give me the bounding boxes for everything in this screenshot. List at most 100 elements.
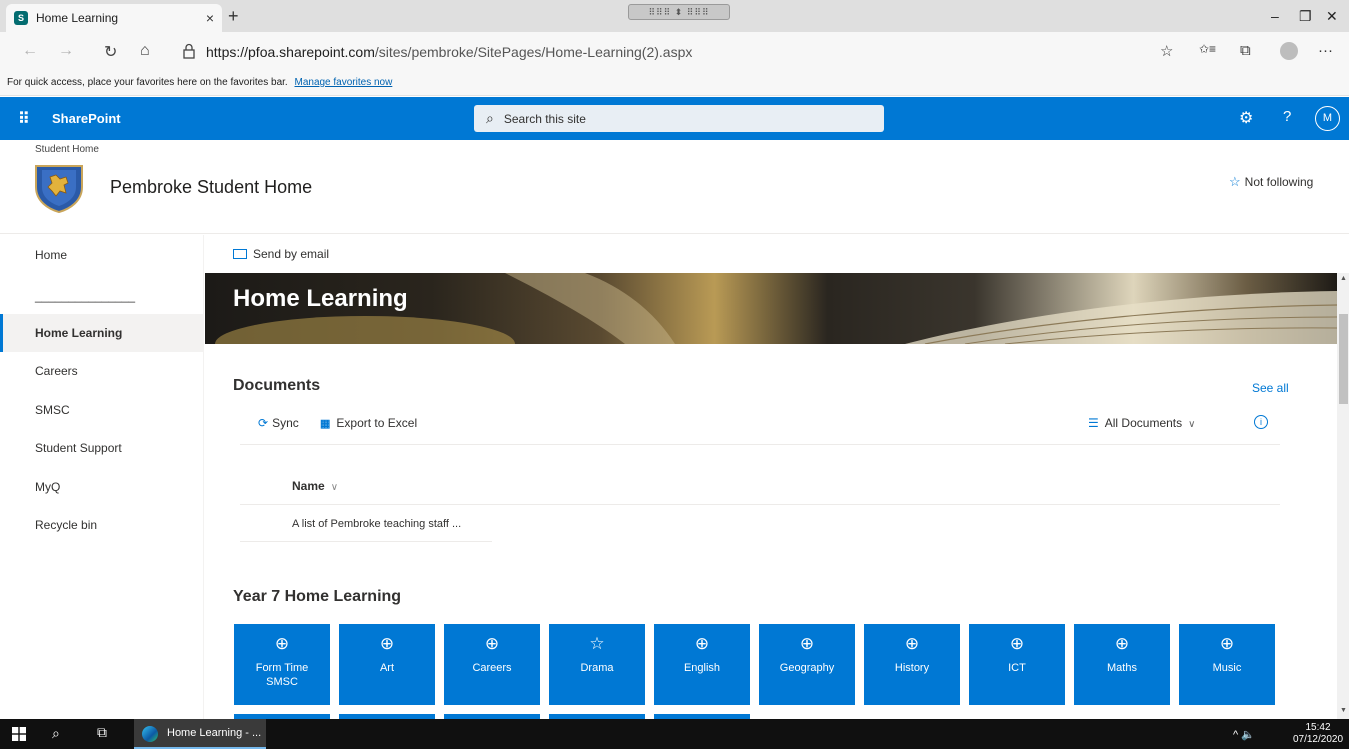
drag-handle[interactable]: ⠿⠿⠿ ⬍ ⠿⠿⠿ (628, 4, 730, 20)
quick-link-tile[interactable]: ⊕ Music (1179, 624, 1275, 705)
tab-close-icon[interactable]: × (206, 10, 214, 26)
nav-item-label: Home (35, 248, 68, 262)
settings-icon[interactable]: ⚙ (1239, 108, 1253, 128)
tile-label: English (683, 662, 721, 674)
nav-item-label: _______________ (35, 289, 136, 303)
page-title: Home Learning (233, 285, 408, 312)
globe-icon: ⊕ (799, 634, 815, 653)
view-selector[interactable]: ☰ All Documents ∨ (1088, 416, 1195, 430)
mail-icon (233, 249, 247, 259)
nav-item-smsc[interactable]: SMSC (0, 391, 204, 429)
star-icon: ☆ (589, 634, 605, 653)
quick-link-tile[interactable]: ⊕ Geography (759, 624, 855, 705)
globe-icon: ⊕ (1009, 634, 1025, 653)
quick-link-tile[interactable]: ⊕ Maths (1074, 624, 1170, 705)
export-to-excel-button[interactable]: ▦ Export to Excel (320, 416, 417, 430)
excel-icon: ▦ (320, 418, 331, 430)
user-avatar[interactable]: M (1315, 106, 1340, 131)
quick-link-tile[interactable]: ⊕ Form Time SMSC (234, 624, 330, 705)
app-launcher-icon[interactable]: ⠿ (18, 109, 30, 129)
globe-icon: ⊕ (1219, 634, 1235, 653)
taskbar-search-icon[interactable]: ⌕ (52, 725, 60, 742)
system-tray-icons[interactable]: ^ 🔈 (1233, 728, 1255, 741)
favorites-bar-text: For quick access, place your favorites h… (7, 77, 288, 88)
scrollbar-thumb[interactable] (1339, 314, 1348, 404)
tile-label: Careers (472, 662, 512, 674)
globe-icon: ⊕ (1114, 634, 1130, 653)
name-column-label: Name (292, 479, 325, 493)
documents-title[interactable]: Documents (233, 377, 320, 395)
collections-icon[interactable]: ⧉ (1240, 42, 1251, 59)
restore-button[interactable]: ❐ (1299, 8, 1312, 25)
minimize-button[interactable]: – (1271, 8, 1279, 24)
page-hero-banner: Home Learning (205, 273, 1337, 344)
site-logo[interactable] (32, 163, 86, 213)
quick-link-tile[interactable]: ⊕ English (654, 624, 750, 705)
scroll-up-arrow-icon[interactable]: ▲ (1340, 275, 1347, 282)
manage-favorites-link[interactable]: Manage favorites now (294, 77, 392, 88)
url-host: https://pfoa.sharepoint.com (206, 44, 375, 60)
more-icon[interactable]: ··· (1318, 42, 1333, 59)
profile-avatar[interactable] (1280, 42, 1298, 60)
follow-label: Not following (1244, 175, 1314, 189)
left-navigation: Home _______________ Home Learning Caree… (0, 235, 204, 719)
sync-label: Sync (272, 416, 299, 430)
export-label: Export to Excel (336, 416, 418, 430)
nav-item-label: Recycle bin (35, 518, 98, 532)
taskbar-clock[interactable]: 15:42 07/12/2020 (1291, 722, 1345, 746)
document-name[interactable]: A list of Pembroke teaching staff ... (292, 518, 461, 530)
sync-button[interactable]: ⟳ Sync (258, 416, 299, 430)
task-view-icon[interactable]: ⧉ (97, 724, 107, 741)
browser-tab[interactable]: S Home Learning × (6, 4, 222, 32)
send-by-email-label: Send by email (253, 247, 330, 261)
site-title[interactable]: Pembroke Student Home (110, 177, 312, 198)
clock-date: 07/12/2020 (1292, 734, 1344, 745)
add-favorite-icon[interactable]: ☆ (1160, 42, 1173, 60)
quick-link-tile[interactable]: ⊕ Careers (444, 624, 540, 705)
search-box[interactable]: ⌕ Search this site (474, 105, 884, 132)
tile-label: Art (379, 662, 395, 674)
tile-label: Geography (779, 662, 835, 674)
new-tab-button[interactable]: + (228, 6, 239, 27)
nav-item-divider[interactable]: _______________ (0, 277, 204, 315)
breadcrumb[interactable]: Student Home (35, 144, 99, 155)
help-icon[interactable]: ? (1283, 108, 1291, 125)
sharepoint-home-link[interactable]: SharePoint (52, 111, 121, 126)
suite-bar: ⠿ SharePoint ⌕ Search this site ⚙ ? M (0, 97, 1349, 140)
view-label: All Documents (1104, 416, 1183, 430)
forward-icon[interactable]: → (58, 42, 74, 60)
window-close-button[interactable]: ✕ (1326, 8, 1338, 25)
tile-label: ICT (1008, 662, 1026, 674)
quick-link-tile[interactable]: ⊕ Art (339, 624, 435, 705)
send-by-email-button[interactable]: Send by email (233, 247, 329, 261)
windows-start-icon[interactable] (12, 727, 26, 741)
lock-icon[interactable] (180, 42, 198, 60)
quick-link-tile[interactable]: ☆ Drama (549, 624, 645, 705)
globe-icon: ⊕ (274, 634, 290, 653)
nav-item-careers[interactable]: Careers (0, 352, 204, 390)
name-column-header[interactable]: Name ∨ (292, 479, 338, 493)
nav-item-home-learning[interactable]: Home Learning (0, 314, 204, 352)
back-icon[interactable]: ← (22, 42, 38, 60)
quick-link-tile[interactable]: ⊕ History (864, 624, 960, 705)
scroll-down-arrow-icon[interactable]: ▼ (1340, 707, 1347, 714)
url-path: /sites/pembroke/SitePages/Home-Learning(… (374, 44, 693, 60)
address-bar-url[interactable]: https://pfoa.sharepoint.com/sites/pembro… (206, 44, 692, 60)
nav-item-home[interactable]: Home (0, 236, 204, 274)
favorites-icon[interactable]: ✩≡ (1199, 42, 1216, 56)
site-header: Student Home Pembroke Student Home ☆ Not … (0, 140, 1349, 234)
home-icon[interactable]: ⌂ (140, 42, 150, 60)
refresh-icon[interactable]: ↻ (104, 42, 117, 62)
nav-item-student-support[interactable]: Student Support (0, 429, 204, 467)
follow-button[interactable]: ☆ Not following (1229, 174, 1313, 190)
taskbar-edge-app[interactable]: Home Learning - ... (134, 719, 266, 749)
see-all-link[interactable]: See all (1252, 381, 1289, 395)
nav-item-label: Student Support (35, 441, 122, 455)
nav-item-myq[interactable]: MyQ (0, 468, 204, 506)
clock-time: 15:42 (1305, 722, 1331, 733)
sync-icon: ⟳ (258, 416, 269, 430)
info-icon[interactable]: i (1254, 415, 1268, 429)
nav-item-recycle-bin[interactable]: Recycle bin (0, 506, 204, 544)
quick-link-tile[interactable]: ⊕ ICT (969, 624, 1065, 705)
list-item[interactable]: A list of Pembroke teaching staff ... (240, 506, 492, 542)
